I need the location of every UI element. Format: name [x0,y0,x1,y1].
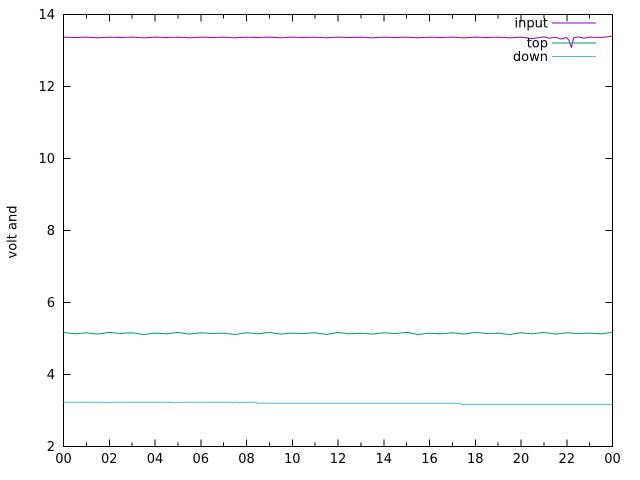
x-tick-label: 00 [55,452,72,467]
y-tick-label: 4 [47,368,55,383]
x-tick-label: 04 [147,452,164,467]
x-tick-label: 12 [330,452,347,467]
x-tick-label: 18 [467,452,484,467]
y-tick-label: 14 [38,8,55,23]
x-tick-label: 06 [192,452,209,467]
x-tick-label: 16 [421,452,438,467]
series-line-top [64,332,613,334]
x-tick-label: 08 [238,452,255,467]
x-tick-label: 20 [513,452,530,467]
series-line-down [64,402,613,404]
chart-figure: volt and 0002040608101214161820220024681… [0,0,640,480]
legend-label-input: input [515,17,548,32]
y-tick-label: 2 [47,440,55,455]
y-tick-label: 12 [38,80,55,95]
y-axis-title: volt and [6,206,21,259]
x-tick-label: 02 [101,452,118,467]
x-tick-label: 10 [284,452,301,467]
x-tick-label: 22 [558,452,575,467]
y-tick-label: 10 [38,152,55,167]
x-tick-label: 14 [375,452,392,467]
plot-border [64,15,613,447]
y-tick-label: 6 [47,296,55,311]
plot-canvas: 000204060810121416182022002468101214inpu… [0,0,640,480]
y-tick-label: 8 [47,224,55,239]
legend-label-down: down [513,50,548,65]
x-tick-label: 00 [604,452,621,467]
